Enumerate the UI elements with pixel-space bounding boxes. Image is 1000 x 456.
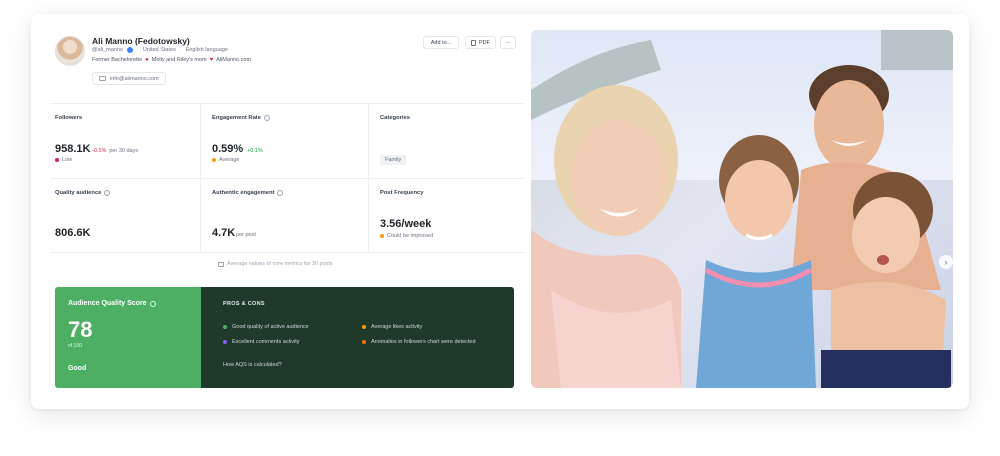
engagement-rate-status-text: Average: [219, 157, 240, 163]
status-dot-purple: [223, 340, 227, 344]
quality-audience-value: 806.6K: [55, 227, 90, 239]
add-to-button[interactable]: Add to...: [423, 36, 459, 49]
bio-text-1: Former Bachelorette: [92, 57, 143, 63]
rose-icon: ●: [145, 57, 149, 63]
authentic-engagement-value-text: 4.7K: [212, 227, 236, 239]
add-to-label: Add to...: [430, 39, 452, 46]
profile-name: Ali Manno (Fedotowsky): [92, 36, 190, 46]
divider: [50, 103, 525, 104]
engagement-rate-status: Average: [212, 157, 239, 163]
pros-cons-item: Excellent comments activity: [223, 338, 353, 346]
engagement-rate-label: Engagement Rate: [212, 115, 270, 121]
profile-language: English language: [185, 47, 228, 53]
pros-cons-item-text: Excellent comments activity: [232, 339, 300, 345]
categories-label: Categories: [380, 115, 410, 121]
status-dot-orange: [362, 325, 366, 329]
profile-bio: Former Bachelorette ● Molly and Riley's …: [92, 57, 251, 63]
pdf-icon: [471, 39, 476, 46]
average-note: Average values of core metrics for 30 po…: [218, 261, 333, 267]
aqs-of: of 100: [68, 343, 82, 349]
divider: [200, 103, 201, 252]
divider: [368, 103, 369, 252]
post-frequency-label-text: Post Frequency: [380, 190, 424, 196]
quality-audience-value-text: 806.6K: [55, 227, 91, 239]
separator: ·: [136, 47, 139, 53]
authentic-engagement-unit-text: per post: [236, 232, 256, 238]
followers-label: Followers: [55, 115, 82, 121]
engagement-rate-value: 0.59%: [212, 143, 243, 155]
quality-audience-label-text: Quality audience: [55, 190, 102, 196]
post-frequency-status-text: Could be improved: [387, 233, 434, 239]
followers-label-text: Followers: [55, 115, 83, 121]
aqs-title-text: Audience Quality Score: [68, 300, 147, 307]
average-note-text: Average values of core metrics for 30 po…: [227, 261, 333, 267]
categories-label-text: Categories: [380, 115, 410, 121]
separator: ·: [179, 47, 182, 53]
pros-cons-title: PROS & CONS: [223, 301, 265, 307]
pros-cons-item: Average likes activity: [362, 323, 502, 331]
post-frequency-status: Could be improved: [380, 233, 433, 239]
info-icon[interactable]: [104, 190, 111, 196]
status-dot-orange: [212, 158, 216, 162]
more-button[interactable]: ···: [500, 36, 516, 49]
engagement-rate-value-text: 0.59%: [212, 143, 244, 155]
divider: [50, 178, 525, 179]
engagement-rate-label-text: Engagement Rate: [212, 115, 261, 121]
aqs-score: 78: [68, 317, 93, 342]
pros-cons-item-text: Good quality of active audience: [232, 324, 309, 330]
followers-value-text: 958.1K: [55, 143, 91, 155]
authentic-engagement-label-text: Authentic engagement: [212, 190, 275, 196]
pros-cons-item-text: Anomalies in followers chart were detect…: [371, 339, 476, 345]
post-frequency-value: 3.56/week: [380, 218, 431, 230]
bio-text-2: Molly and Riley's mom: [151, 57, 207, 63]
profile-country: United States: [142, 47, 176, 53]
status-dot-orange: [380, 234, 384, 238]
aqs-rating: Good: [68, 365, 87, 372]
category-tag[interactable]: Family: [380, 155, 407, 165]
engagement-rate-change-value: +0.1%: [247, 148, 263, 154]
authentic-engagement-value: 4.7K: [212, 227, 235, 239]
profile-handle[interactable]: @ali_manno: [92, 47, 123, 53]
followers-change: -0.1% per 30 days: [92, 148, 138, 154]
engagement-rate-change: +0.1%: [247, 148, 263, 154]
email-button[interactable]: info@alimanno.com: [92, 72, 166, 85]
post-frequency-value-text: 3.56/week: [380, 218, 432, 230]
followers-change-value: -0.1%: [92, 148, 107, 154]
bio-link[interactable]: AliManno.com: [216, 57, 251, 63]
info-icon[interactable]: [149, 300, 156, 307]
authentic-engagement-label: Authentic engagement: [212, 190, 284, 196]
post-frequency-label: Post Frequency: [380, 190, 424, 196]
profile-photo[interactable]: [531, 30, 953, 388]
status-dot-green: [223, 325, 227, 329]
followers-status-text: Low: [62, 157, 73, 163]
pros-cons-item-text: Average likes activity: [371, 324, 423, 330]
info-icon[interactable]: [263, 115, 270, 121]
heart-icon: ♥: [209, 57, 214, 63]
verified-icon: [126, 47, 133, 53]
authentic-engagement-unit: per post: [236, 232, 256, 238]
more-label: ···: [505, 39, 511, 46]
followers-value: 958.1K: [55, 143, 90, 155]
info-icon[interactable]: [277, 190, 284, 196]
status-dot-red: [55, 158, 59, 162]
avatar[interactable]: [55, 36, 85, 66]
followers-status: Low: [55, 157, 72, 163]
pros-cons-item: Good quality of active audience: [223, 323, 353, 331]
divider: [50, 252, 525, 253]
pdf-label: PDF: [479, 39, 490, 46]
quality-audience-label: Quality audience: [55, 190, 111, 196]
chevron-right-icon[interactable]: ›: [939, 255, 953, 269]
email-text: info@alimanno.com: [110, 75, 159, 82]
family-photo-illustration: [531, 30, 953, 388]
how-aqs-calculated-link[interactable]: How AQS is calculated?: [223, 362, 282, 368]
pros-cons-item: Anomalies in followers chart were detect…: [362, 338, 492, 346]
followers-change-period: per 30 days: [109, 148, 139, 154]
mail-icon: [99, 76, 106, 81]
pdf-button[interactable]: PDF: [465, 36, 496, 49]
profile-meta: @ali_manno · United States · English lan…: [92, 47, 228, 53]
note-icon: [218, 261, 224, 267]
status-dot-orange: [362, 340, 366, 344]
aqs-title: Audience Quality Score: [68, 300, 156, 307]
